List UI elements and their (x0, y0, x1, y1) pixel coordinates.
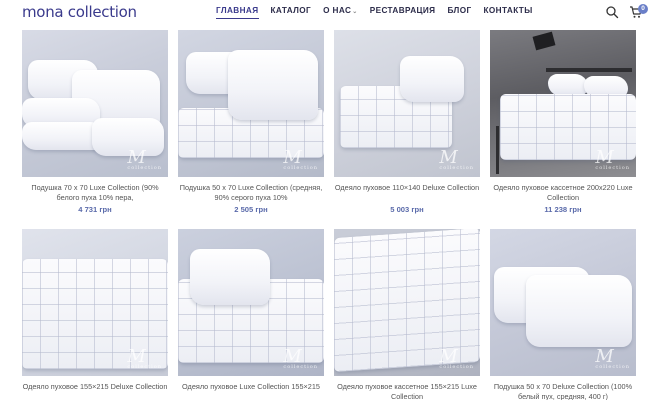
nav-item-about[interactable]: О НАС⌄ (323, 6, 358, 19)
product-title[interactable]: Одеяло пуховое 155×215 Deluxe Collection (22, 382, 168, 400)
nav-item-catalog[interactable]: КАТАЛОГ (271, 6, 312, 19)
watermark-logo: Mcollection (595, 147, 630, 171)
nav-item-restoration[interactable]: РЕСТАВРАЦИЯ (370, 6, 436, 19)
brand-logo[interactable]: mona collection (22, 3, 137, 21)
product-title[interactable]: Подушка 70 х 70 Luxe Collection (90% бел… (22, 183, 168, 203)
product-price: 4 731 грн (78, 205, 112, 214)
product-image[interactable]: Mcollection (490, 229, 636, 376)
product-card[interactable]: Mcollection Одеяло пуховое 110×140 Delux… (334, 30, 480, 214)
nav-item-home[interactable]: ГЛАВНАЯ (216, 6, 259, 19)
watermark-sub: collection (439, 364, 474, 370)
product-price: 5 003 грн (390, 205, 424, 214)
product-card[interactable]: Mcollection Одеяло пуховое кассетное 200… (490, 30, 636, 214)
product-card[interactable]: Mcollection Одеяло пуховое Luxe Collecti… (178, 229, 324, 400)
product-card[interactable]: Mcollection Одеяло пуховое кассетное 155… (334, 229, 480, 400)
product-title[interactable]: Одеяло пуховое кассетное 200х220 Luxe Co… (490, 183, 636, 203)
nav-item-blog[interactable]: БЛОГ (447, 6, 471, 19)
cart-count-badge: 0 (638, 4, 648, 14)
product-image[interactable]: Mcollection (22, 229, 168, 376)
product-title[interactable]: Одеяло пуховое 110×140 Deluxe Collection (334, 183, 480, 203)
watermark-logo: Mcollection (595, 346, 630, 370)
watermark-sub: collection (283, 165, 318, 171)
product-title[interactable]: Подушка 50 х 70 Luxe Collection (средняя… (178, 183, 324, 203)
site-header: mona collection ГЛАВНАЯ КАТАЛОГ О НАС⌄ Р… (0, 0, 657, 28)
product-image[interactable]: Mcollection (334, 229, 480, 376)
nav-item-contacts[interactable]: КОНТАКТЫ (484, 6, 533, 19)
product-title[interactable]: Одеяло пуховое кассетное 155×215 Luxe Co… (334, 382, 480, 400)
product-title[interactable]: Подушка 50 х 70 Deluxe Collection (100% … (490, 382, 636, 400)
product-image[interactable]: Mcollection (490, 30, 636, 177)
product-card[interactable]: Mcollection Одеяло пуховое 155×215 Delux… (22, 229, 168, 400)
product-card[interactable]: Mcollection Подушка 70 х 70 Luxe Collect… (22, 30, 168, 214)
search-icon[interactable] (605, 5, 619, 19)
product-image[interactable]: Mcollection (178, 30, 324, 177)
watermark-logo: Mcollection (439, 147, 474, 171)
nav-item-about-label: О НАС (323, 6, 352, 15)
watermark-sub: collection (439, 165, 474, 171)
watermark-logo: Mcollection (439, 346, 474, 370)
watermark-sub: collection (127, 364, 162, 370)
watermark-logo: Mcollection (283, 346, 318, 370)
chevron-down-icon: ⌄ (352, 9, 358, 15)
watermark-sub: collection (127, 165, 162, 171)
product-title[interactable]: Одеяло пуховое Luxe Collection 155×215 (178, 382, 324, 400)
watermark-logo: Mcollection (283, 147, 318, 171)
main-nav: ГЛАВНАЯ КАТАЛОГ О НАС⌄ РЕСТАВРАЦИЯ БЛОГ … (216, 6, 545, 19)
product-card[interactable]: Mcollection Подушка 50 х 70 Luxe Collect… (178, 30, 324, 214)
product-price: 11 238 грн (544, 205, 582, 214)
product-price: 2 505 грн (234, 205, 268, 214)
watermark-logo: Mcollection (127, 147, 162, 171)
product-image[interactable]: Mcollection (334, 30, 480, 177)
watermark-sub: collection (283, 364, 318, 370)
product-card[interactable]: Mcollection Подушка 50 х 70 Deluxe Colle… (490, 229, 636, 400)
watermark-logo: Mcollection (127, 346, 162, 370)
header-icons: 0 (605, 4, 648, 19)
cart-icon[interactable]: 0 (629, 4, 648, 19)
product-image[interactable]: Mcollection (178, 229, 324, 376)
watermark-sub: collection (595, 165, 630, 171)
product-image[interactable]: Mcollection (22, 30, 168, 177)
watermark-sub: collection (595, 364, 630, 370)
